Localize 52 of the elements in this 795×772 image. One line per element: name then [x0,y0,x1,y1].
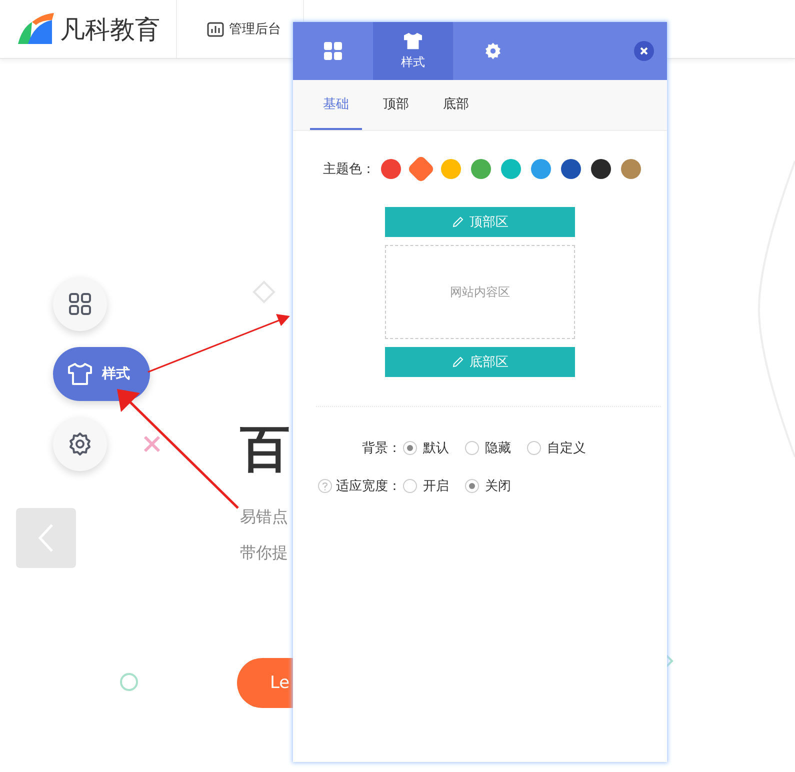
help-icon[interactable] [318,479,332,493]
nav-link[interactable]: 管理后台 [207,20,281,38]
sub-tab[interactable]: 顶部 [370,80,422,130]
hero-text: 易错点 [240,509,289,525]
hero-text: 带你提 [240,545,289,561]
cross-mark [143,435,161,453]
color-swatch[interactable] [531,159,551,179]
radio-label[interactable]: 隐藏 [485,439,511,457]
radio-label[interactable]: 自定义 [547,439,586,457]
gear-icon [68,432,92,456]
radio-label[interactable]: 关闭 [485,477,511,495]
color-swatch[interactable] [381,159,401,179]
color-swatch[interactable] [441,159,461,179]
toolbar-button[interactable]: 样式 [53,347,150,401]
grid-icon [324,42,342,60]
sub-tab[interactable]: 底部 [430,80,482,130]
content-area: 网站内容区 [385,245,575,339]
radio-button[interactable] [403,441,417,455]
hero-title: 百 [240,419,291,479]
color-swatch[interactable] [621,159,641,179]
panel-tab[interactable]: 样式 [373,22,453,80]
option-label: 背景： [362,440,401,457]
theme-label: 主题色： [323,161,375,178]
bar-chart-icon [207,22,224,36]
chevron-outline [664,653,674,669]
shirt-icon [68,363,92,385]
pencil-icon [452,216,464,228]
option-label: 适应宽度： [336,478,401,495]
close-icon [640,47,648,55]
radio-button[interactable] [465,479,479,493]
logo-icon [16,12,56,46]
gear-icon [484,42,502,60]
radio-button[interactable] [403,479,417,493]
radio-button[interactable] [527,441,541,455]
pencil-icon [452,356,464,368]
shirt-icon [403,32,423,50]
radio-label[interactable]: 开启 [423,477,449,495]
chevron-left-icon [38,523,54,553]
circle-outline [119,672,139,692]
color-swatch[interactable] [471,159,491,179]
color-swatch[interactable] [561,159,581,179]
sub-tab[interactable]: 基础 [310,80,362,130]
grid-icon [68,292,92,316]
toolbar-button[interactable] [53,277,107,331]
logo-text: 凡科教育 [60,14,160,46]
radio-button[interactable] [465,441,479,455]
radio-label[interactable]: 默认 [423,439,449,457]
diamond-outline [253,281,275,303]
toolbar-button[interactable] [53,417,107,471]
color-swatch[interactable] [501,159,521,179]
color-swatch[interactable] [591,159,611,179]
close-button[interactable] [634,41,654,61]
